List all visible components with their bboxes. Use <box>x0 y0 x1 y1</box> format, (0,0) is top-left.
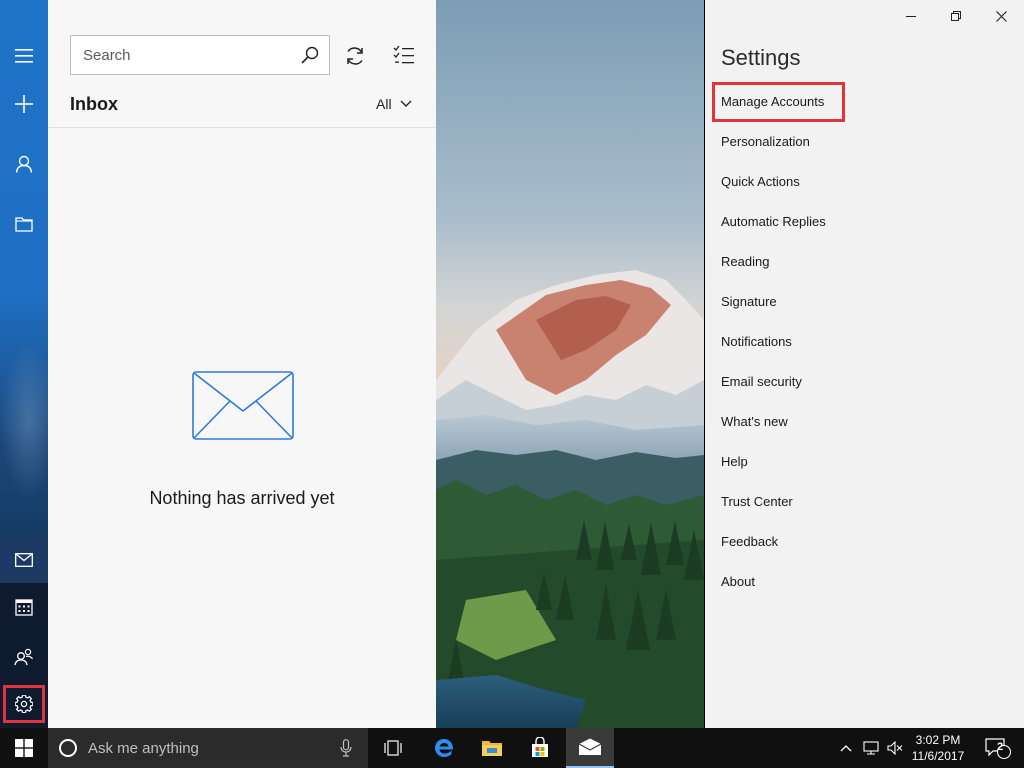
microphone-icon[interactable] <box>340 739 352 757</box>
settings-item-whats-new[interactable]: What's new <box>721 414 788 429</box>
clock-time: 3:02 PM <box>915 733 961 747</box>
notification-count: 2 <box>996 741 1004 753</box>
action-center-button[interactable]: 2 <box>978 728 1018 768</box>
empty-inbox-envelope-icon <box>192 371 294 440</box>
message-list-pane: Inbox All Nothing has arrived yet <box>48 0 436 728</box>
calendar-button[interactable] <box>0 585 48 629</box>
cortana-search-box[interactable]: Ask me anything <box>48 728 368 768</box>
cortana-placeholder: Ask me anything <box>88 740 199 757</box>
settings-item-signature[interactable]: Signature <box>721 294 777 309</box>
network-button[interactable] <box>860 728 882 768</box>
people-icon <box>14 648 34 666</box>
restore-icon <box>951 11 961 21</box>
close-button[interactable] <box>979 0 1023 32</box>
close-icon <box>995 10 1007 22</box>
hamburger-icon <box>15 49 33 63</box>
restore-button[interactable] <box>934 0 978 32</box>
hamburger-button[interactable] <box>0 34 48 78</box>
settings-item-automatic-replies[interactable]: Automatic Replies <box>721 214 826 229</box>
selection-mode-icon[interactable] <box>393 45 415 65</box>
settings-panel: Settings Manage Accounts Personalization… <box>705 0 1024 728</box>
search-box[interactable] <box>70 35 330 75</box>
settings-item-personalization[interactable]: Personalization <box>721 134 810 149</box>
tray-overflow-button[interactable] <box>836 728 856 768</box>
taskbar: Ask me anything 3:02 PM 11/6/2017 2 <box>0 728 1024 768</box>
minimize-button[interactable] <box>889 0 933 32</box>
new-mail-icon <box>15 95 33 113</box>
settings-item-reading[interactable]: Reading <box>721 254 769 269</box>
file-explorer-icon <box>482 741 502 756</box>
start-button[interactable] <box>0 728 48 768</box>
mail-app-icon <box>578 738 602 755</box>
volume-muted-icon <box>887 741 903 755</box>
accounts-icon <box>15 155 33 173</box>
settings-button[interactable] <box>0 682 48 726</box>
settings-item-quick-actions[interactable]: Quick Actions <box>721 174 800 189</box>
file-explorer-button[interactable] <box>468 728 516 768</box>
calendar-icon <box>15 599 33 616</box>
chevron-down-icon <box>400 100 412 107</box>
settings-item-about[interactable]: About <box>721 574 755 589</box>
minimize-icon <box>906 16 916 17</box>
settings-item-trust-center[interactable]: Trust Center <box>721 494 793 509</box>
settings-item-email-security[interactable]: Email security <box>721 374 802 389</box>
settings-title: Settings <box>721 45 801 70</box>
store-button[interactable] <box>516 728 564 768</box>
task-view-button[interactable] <box>370 728 416 768</box>
folders-icon <box>15 217 33 232</box>
empty-inbox-message: Nothing has arrived yet <box>149 488 335 508</box>
mail-button[interactable] <box>0 537 48 583</box>
reading-pane-background <box>436 0 704 728</box>
mail-icon <box>15 553 33 567</box>
store-icon <box>532 737 548 757</box>
nav-rail <box>0 0 48 728</box>
edge-button[interactable] <box>420 728 468 768</box>
search-icon[interactable] <box>301 46 319 64</box>
folder-title: Inbox <box>70 94 118 114</box>
windows-logo-icon <box>15 739 33 757</box>
mail-app-button[interactable] <box>566 728 614 768</box>
task-view-icon <box>384 740 402 756</box>
volume-button[interactable] <box>884 728 906 768</box>
settings-icon <box>15 695 33 713</box>
taskbar-clock[interactable]: 3:02 PM 11/6/2017 <box>910 732 966 764</box>
edge-icon <box>435 739 454 757</box>
network-icon <box>863 741 879 755</box>
filter-dropdown[interactable]: All <box>376 96 412 112</box>
settings-item-notifications[interactable]: Notifications <box>721 334 792 349</box>
clock-date: 11/6/2017 <box>911 749 965 763</box>
cortana-icon <box>59 739 77 757</box>
new-mail-button[interactable] <box>0 82 48 126</box>
list-divider <box>48 127 436 128</box>
filter-label: All <box>376 96 392 112</box>
chevron-up-icon <box>840 745 852 752</box>
sync-icon[interactable] <box>344 45 366 67</box>
settings-item-help[interactable]: Help <box>721 454 748 469</box>
settings-item-feedback[interactable]: Feedback <box>721 534 778 549</box>
folders-button[interactable] <box>0 202 48 246</box>
landscape-image <box>436 0 704 728</box>
search-input[interactable] <box>81 46 295 65</box>
settings-item-manage-accounts[interactable]: Manage Accounts <box>721 94 824 109</box>
rail-background <box>0 340 48 500</box>
people-button[interactable] <box>0 635 48 679</box>
accounts-button[interactable] <box>0 142 48 186</box>
